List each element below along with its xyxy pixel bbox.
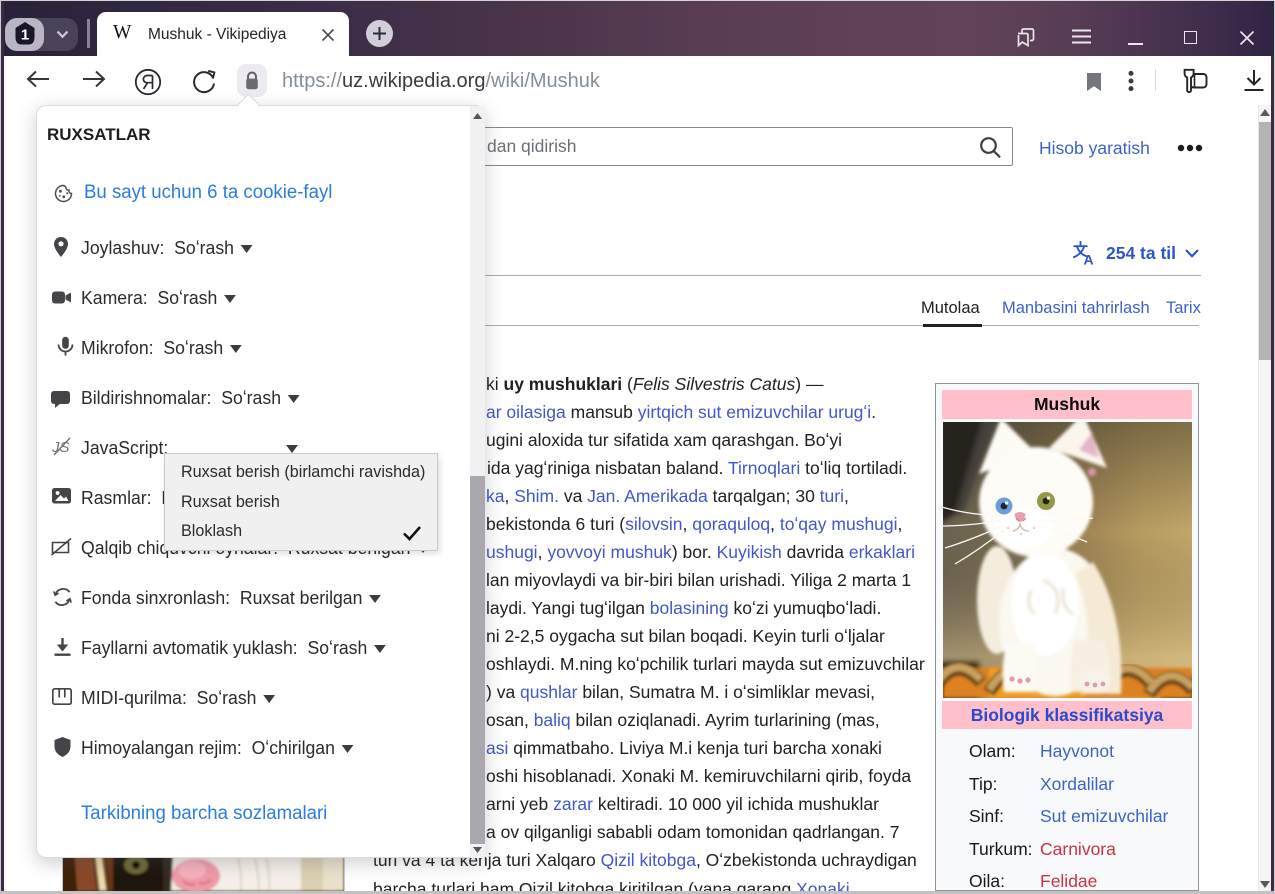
svg-text:A: A (1084, 252, 1094, 266)
